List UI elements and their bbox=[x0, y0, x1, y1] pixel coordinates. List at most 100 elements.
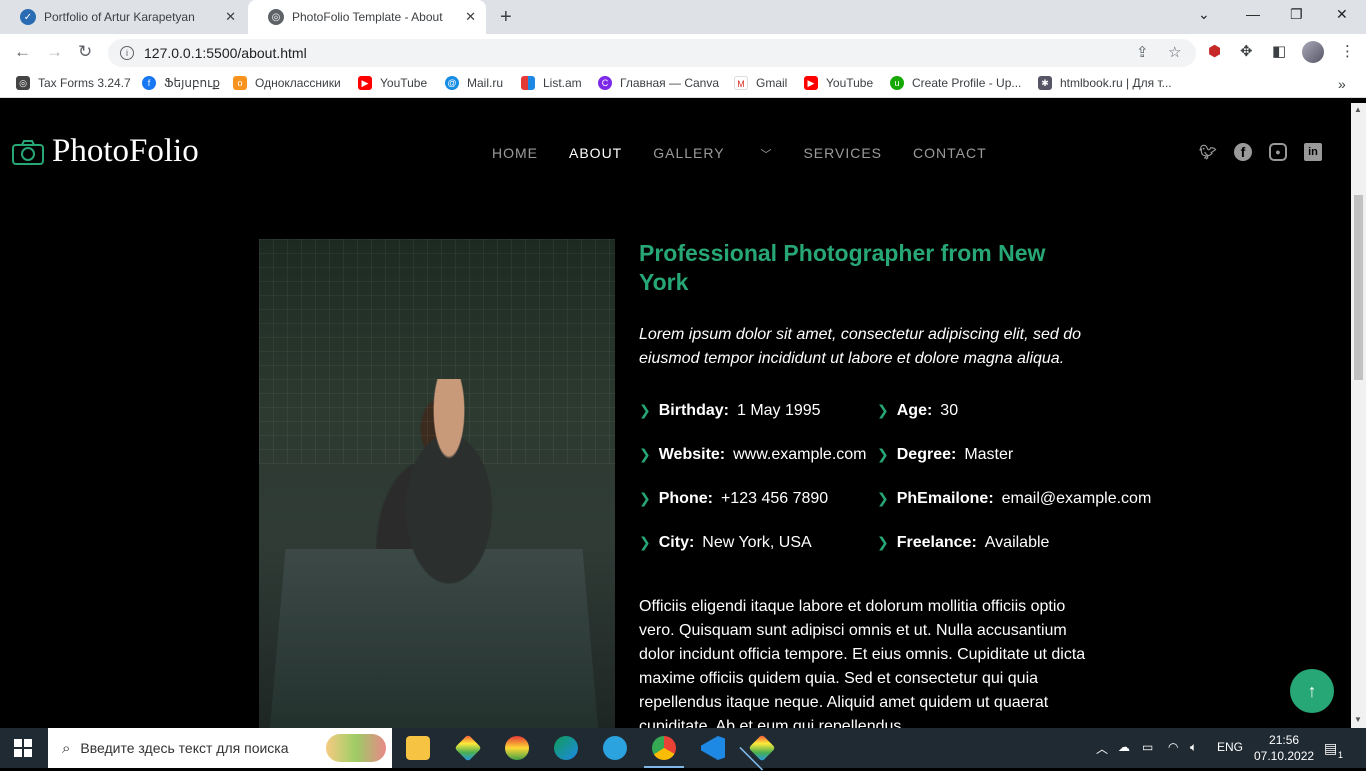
url-text: 127.0.0.1:5500/about.html bbox=[144, 45, 307, 61]
windows-start-icon[interactable] bbox=[14, 739, 32, 757]
info-icon[interactable]: i bbox=[120, 46, 134, 60]
close-tab-icon[interactable]: ✕ bbox=[465, 9, 476, 25]
chevron-right-icon: ❯ bbox=[877, 490, 889, 506]
git-app-icon[interactable] bbox=[748, 734, 776, 762]
chevron-right-icon: ❯ bbox=[877, 446, 889, 462]
cloud-icon[interactable]: ☁ bbox=[1118, 740, 1130, 754]
chevron-up-icon[interactable]: ︿ bbox=[1096, 740, 1108, 757]
webpage: PhotoFolio HOME ABOUT GALLERY ﹀ SERVICES… bbox=[0, 103, 1351, 728]
odnoklassniki-icon: o bbox=[233, 76, 247, 90]
menu-icon[interactable]: ⋮ bbox=[1340, 42, 1355, 60]
app-icon[interactable] bbox=[505, 736, 529, 760]
globe-icon: ◎ bbox=[16, 76, 30, 90]
chevron-down-icon: ﹀ bbox=[760, 149, 773, 161]
about-body-text: Officiis eligendi itaque labore et dolor… bbox=[639, 598, 1086, 728]
puzzle-extensions-icon[interactable]: ✥ bbox=[1240, 42, 1253, 60]
close-window-button[interactable]: ✕ bbox=[1336, 6, 1348, 23]
scroll-up-arrow-icon[interactable]: ▲ bbox=[1354, 105, 1362, 114]
volume-icon[interactable]: 🔈︎ bbox=[1190, 740, 1197, 755]
search-highlight-icon bbox=[326, 734, 386, 762]
new-tab-button[interactable]: + bbox=[500, 6, 512, 29]
nav-gallery[interactable]: GALLERY ﹀ bbox=[653, 145, 772, 162]
twitter-icon[interactable]: 🐦︎ bbox=[1199, 143, 1217, 161]
arrow-up-icon: ↑ bbox=[1307, 680, 1317, 701]
listam-icon bbox=[521, 76, 535, 90]
bookmark-item[interactable]: o Одноклассники bbox=[233, 76, 341, 90]
facebook-icon[interactable]: f bbox=[1234, 143, 1252, 161]
fact-freelance: ❯ Freelance: Available bbox=[877, 534, 1050, 551]
fact-age: ❯ Age: 30 bbox=[877, 402, 959, 419]
bookmark-item[interactable]: u Create Profile - Up... bbox=[890, 76, 1021, 90]
fact-phone: ❯ Phone: +123 456 7890 bbox=[639, 490, 829, 507]
back-button[interactable]: ← bbox=[14, 42, 31, 62]
browser-tab-bar: ✓ Portfolio of Artur Karapetyan ✕ ◎ Phot… bbox=[0, 0, 1366, 34]
main-nav: HOME ABOUT GALLERY ﹀ SERVICES CONTACT bbox=[492, 145, 1018, 162]
upwork-icon: u bbox=[890, 76, 904, 90]
windows-taskbar: ⌕ Введите здесь текст для поиска ︿ ☁ ▭ ◠… bbox=[0, 728, 1366, 768]
battery-icon[interactable]: ▭ bbox=[1142, 740, 1153, 754]
chevron-right-icon: ❯ bbox=[877, 402, 889, 418]
bookmark-item[interactable]: M Gmail bbox=[734, 76, 787, 90]
reload-button[interactable]: ↻ bbox=[78, 42, 92, 62]
git-app-icon[interactable] bbox=[454, 734, 482, 762]
extension-icon[interactable]: ⬢ bbox=[1208, 42, 1221, 60]
about-content: Professional Photographer from New York … bbox=[639, 239, 1351, 728]
tab-portfolio[interactable]: ✓ Portfolio of Artur Karapetyan ✕ bbox=[0, 0, 246, 34]
taskbar-search-input[interactable]: ⌕ Введите здесь текст для поиска bbox=[48, 728, 392, 768]
bookmark-item[interactable]: ◎ Tax Forms 3.24.7 bbox=[16, 76, 131, 90]
bookmarks-bar: ◎ Tax Forms 3.24.7 f Ֆեյսբուք o Одноклассни… bbox=[0, 70, 1366, 98]
page-scrollbar[interactable]: ▲ ▼ bbox=[1351, 103, 1366, 728]
address-bar[interactable]: i 127.0.0.1:5500/about.html ⇪ ☆ bbox=[108, 39, 1196, 67]
chevron-right-icon: ❯ bbox=[639, 490, 651, 506]
fact-degree: ❯ Degree: Master bbox=[877, 446, 1014, 463]
linkedin-icon[interactable]: in bbox=[1304, 143, 1322, 161]
close-tab-icon[interactable]: ✕ bbox=[225, 9, 236, 25]
fact-city: ❯ City: New York, USA bbox=[639, 534, 812, 551]
mailru-icon: @ bbox=[445, 76, 459, 90]
site-logo[interactable]: PhotoFolio bbox=[12, 133, 199, 170]
social-links: 🐦︎ f ● in bbox=[1199, 143, 1339, 161]
bookmark-item[interactable]: ▶ YouTube bbox=[358, 76, 427, 90]
language-indicator[interactable]: ENG bbox=[1217, 740, 1243, 754]
scroll-to-top-button[interactable]: ↑ bbox=[1290, 669, 1334, 713]
profile-avatar[interactable] bbox=[1302, 41, 1324, 63]
scrollbar-thumb[interactable] bbox=[1354, 195, 1363, 380]
bookmark-item[interactable]: f Ֆեյսբուք bbox=[142, 76, 220, 90]
scroll-down-arrow-icon[interactable]: ▼ bbox=[1354, 715, 1362, 724]
nav-home[interactable]: HOME bbox=[492, 145, 538, 162]
minimize-button[interactable]: — bbox=[1246, 6, 1260, 22]
bookmark-star-icon[interactable]: ☆ bbox=[1168, 43, 1181, 61]
side-panel-icon[interactable]: ◧ bbox=[1272, 42, 1286, 60]
tab-search-icon[interactable]: ⌄ bbox=[1198, 6, 1210, 23]
chevron-right-icon: ❯ bbox=[639, 402, 651, 418]
chrome-icon[interactable] bbox=[644, 736, 684, 768]
bookmark-item[interactable]: C Главная — Canva bbox=[598, 76, 719, 90]
wifi-icon[interactable]: ◠ bbox=[1168, 740, 1178, 754]
bookmark-item[interactable]: List.am bbox=[521, 76, 582, 90]
notifications-icon[interactable]: ▤ bbox=[1324, 740, 1337, 757]
vscode-icon[interactable] bbox=[701, 736, 725, 760]
bookmark-item[interactable]: ✱ htmlbook.ru | Для т... bbox=[1038, 76, 1172, 90]
nav-services[interactable]: SERVICES bbox=[803, 145, 882, 162]
tab-about[interactable]: ◎ PhotoFolio Template - About ✕ bbox=[248, 0, 486, 34]
share-icon[interactable]: ⇪ bbox=[1136, 43, 1149, 61]
canva-icon: C bbox=[598, 76, 612, 90]
maximize-button[interactable]: ❐ bbox=[1290, 6, 1303, 23]
bookmark-item[interactable]: ▶ YouTube bbox=[804, 76, 873, 90]
browser-toolbar: ← → ↻ i 127.0.0.1:5500/about.html ⇪ ☆ ⬢ … bbox=[0, 34, 1366, 70]
forward-button[interactable]: → bbox=[46, 42, 63, 62]
edge-icon[interactable] bbox=[554, 736, 578, 760]
bookmark-item[interactable]: @ Mail.ru bbox=[445, 76, 503, 90]
instagram-icon[interactable]: ● bbox=[1269, 143, 1287, 161]
system-clock[interactable]: 21:56 07.10.2022 bbox=[1254, 732, 1314, 764]
fact-email: ❯ PhEmailone: email@example.com bbox=[877, 490, 1152, 507]
site-favicon-icon: ✓ bbox=[20, 9, 36, 25]
telegram-icon[interactable] bbox=[603, 736, 627, 760]
profile-photo bbox=[259, 239, 615, 728]
file-explorer-icon[interactable] bbox=[406, 736, 430, 760]
youtube-icon: ▶ bbox=[358, 76, 372, 90]
nav-contact[interactable]: CONTACT bbox=[913, 145, 987, 162]
nav-about[interactable]: ABOUT bbox=[569, 145, 622, 162]
search-icon: ⌕ bbox=[62, 739, 71, 757]
more-bookmarks-icon[interactable]: » bbox=[1338, 76, 1346, 92]
